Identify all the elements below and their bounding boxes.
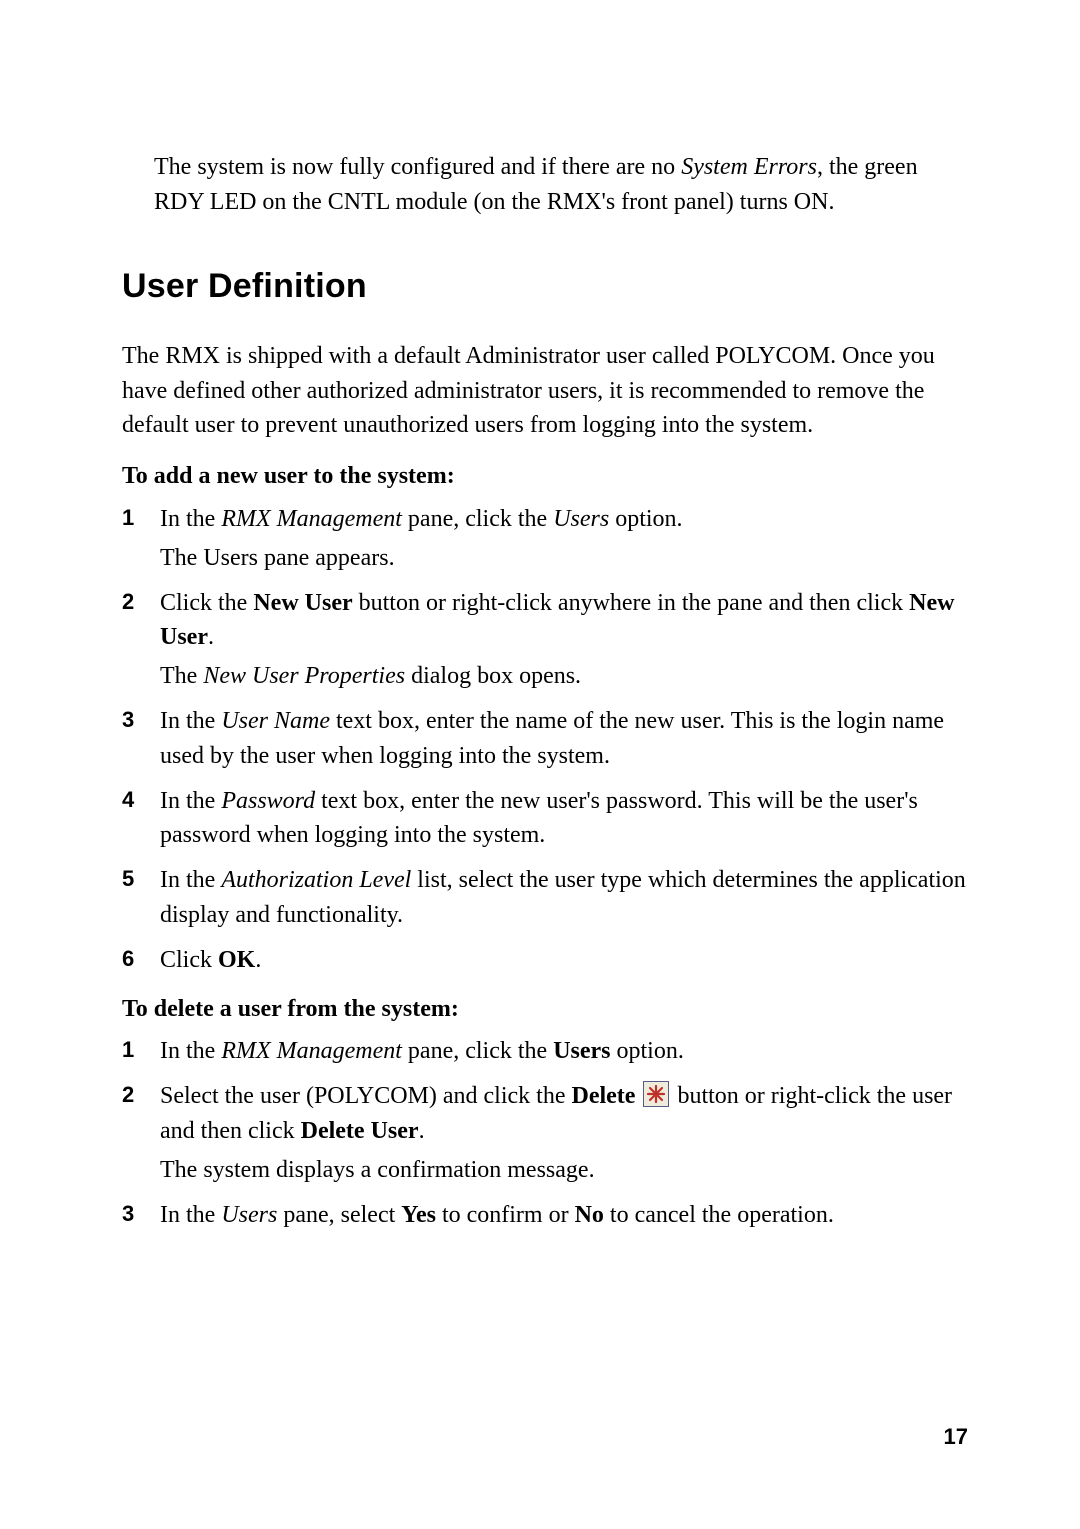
delete-user-steps: 1 In the RMX Management pane, click the U… — [122, 1034, 968, 1232]
step-number: 4 — [122, 784, 134, 816]
text-run: option. — [609, 506, 682, 532]
text-run: The — [160, 663, 203, 689]
text-run: to confirm or — [436, 1202, 575, 1228]
intro-paragraph: The system is now fully configured and i… — [154, 150, 968, 220]
step-item: 2 Click the New User button or right-clic… — [122, 586, 968, 694]
text-run: Delete — [572, 1083, 636, 1109]
step-number: 1 — [122, 502, 134, 534]
text-run: New User Properties — [203, 663, 405, 689]
step-number: 5 — [122, 863, 134, 895]
text-run: Select the user (POLYCOM) and click the — [160, 1083, 572, 1109]
text-run: Users — [221, 1202, 277, 1228]
text-run: Users — [553, 506, 609, 532]
text-run: In the — [160, 506, 221, 532]
text-run: pane, click the — [402, 1038, 553, 1064]
text-run: In the — [160, 867, 221, 893]
step-follow-text: The system displays a confirmation messa… — [160, 1153, 968, 1188]
text-run: . — [208, 624, 214, 650]
text-run: dialog box opens. — [405, 663, 581, 689]
add-user-heading: To add a new user to the system: — [122, 459, 968, 494]
step-text: In the RMX Management pane, click the Us… — [160, 1034, 968, 1069]
step-number: 2 — [122, 586, 134, 618]
add-user-steps: 1 In the RMX Management pane, click the U… — [122, 502, 968, 978]
step-text: Click the New User button or right-click… — [160, 586, 968, 656]
step-text: Select the user (POLYCOM) and click the … — [160, 1079, 968, 1149]
text-run — [635, 1083, 641, 1109]
text-run: option. — [611, 1038, 684, 1064]
intro-text: The system is now fully configured and i… — [154, 150, 968, 220]
text-run: In the — [160, 1202, 221, 1228]
step-number: 3 — [122, 1198, 134, 1230]
step-number: 1 — [122, 1034, 134, 1066]
step-text: In the User Name text box, enter the nam… — [160, 704, 968, 774]
step-text: In the Authorization Level list, select … — [160, 863, 968, 933]
text-run: button or right-click anywhere in the pa… — [353, 590, 909, 616]
delete-user-heading: To delete a user from the system: — [122, 992, 968, 1027]
text-run: Click — [160, 947, 218, 973]
step-item: 6 Click OK. — [122, 943, 968, 978]
text-run: Yes — [401, 1202, 436, 1228]
text-run: Users — [553, 1038, 610, 1064]
text-run: Authorization Level — [221, 867, 411, 893]
text-run: New User — [253, 590, 352, 616]
text-run: RMX Management — [221, 506, 402, 532]
text-run: . — [419, 1118, 425, 1144]
text-run: In the — [160, 1038, 221, 1064]
step-item: 1 In the RMX Management pane, click the U… — [122, 1034, 968, 1069]
step-number: 2 — [122, 1079, 134, 1111]
text-run: to cancel the operation. — [604, 1202, 834, 1228]
text-run: No — [575, 1202, 604, 1228]
text-run: In the — [160, 708, 221, 734]
document-page: The system is now fully configured and i… — [0, 0, 1080, 1529]
text-run: pane, click the — [402, 506, 553, 532]
page-number: 17 — [944, 1421, 968, 1453]
step-item: 3 In the Users pane, select Yes to confir… — [122, 1198, 968, 1233]
step-number: 3 — [122, 704, 134, 736]
step-item: 4 In the Password text box, enter the new… — [122, 784, 968, 854]
step-item: 5 In the Authorization Level list, select… — [122, 863, 968, 933]
text-run: . — [255, 947, 261, 973]
text-run: OK — [218, 947, 255, 973]
italic-term: System Errors — [681, 154, 817, 180]
step-text: In the Users pane, select Yes to confirm… — [160, 1198, 968, 1233]
text-run: User Name — [221, 708, 330, 734]
text-run: RMX Management — [221, 1038, 402, 1064]
text-run: In the — [160, 788, 221, 814]
text-run: Password — [221, 788, 315, 814]
step-text: In the Password text box, enter the new … — [160, 784, 968, 854]
step-item: 2 Select the user (POLYCOM) and click the… — [122, 1079, 968, 1187]
section-heading: User Definition — [122, 262, 968, 311]
step-number: 6 — [122, 943, 134, 975]
delete-icon — [643, 1081, 669, 1107]
step-text: Click OK. — [160, 943, 968, 978]
step-item: 1 In the RMX Management pane, click the U… — [122, 502, 968, 576]
text-run: Click the — [160, 590, 253, 616]
step-follow-text: The New User Properties dialog box opens… — [160, 659, 968, 694]
text-run: The system is now fully configured and i… — [154, 154, 681, 180]
text-run: pane, select — [277, 1202, 401, 1228]
step-item: 3 In the User Name text box, enter the na… — [122, 704, 968, 774]
step-follow-text: The Users pane appears. — [160, 541, 968, 576]
step-text: In the RMX Management pane, click the Us… — [160, 502, 968, 537]
text-run: Delete User — [301, 1118, 419, 1144]
section-body: The RMX is shipped with a default Admini… — [122, 339, 968, 443]
